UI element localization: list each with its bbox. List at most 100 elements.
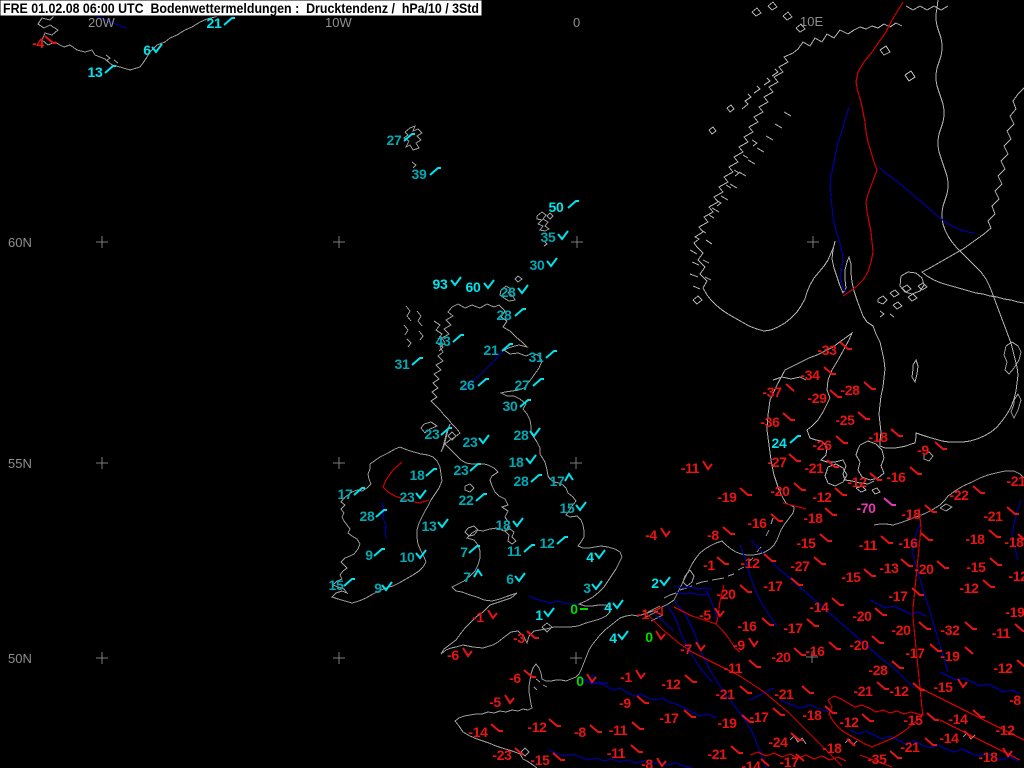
- svg-text:-16: -16: [737, 618, 757, 634]
- svg-text:-15: -15: [966, 559, 986, 575]
- svg-text:-9: -9: [917, 442, 929, 458]
- svg-text:-12: -12: [661, 676, 681, 692]
- svg-text:-19: -19: [717, 489, 737, 505]
- svg-text:-17: -17: [779, 754, 799, 768]
- svg-text:26: 26: [460, 377, 475, 393]
- svg-text:-16: -16: [747, 515, 767, 531]
- svg-text:30: 30: [530, 257, 545, 273]
- svg-text:-19: -19: [940, 648, 960, 664]
- svg-text:-20: -20: [852, 608, 872, 624]
- svg-text:50N: 50N: [8, 651, 32, 666]
- svg-text:-12: -12: [959, 580, 979, 596]
- svg-text:-12: -12: [812, 489, 832, 505]
- svg-text:-1: -1: [637, 606, 649, 622]
- svg-text:-12: -12: [740, 555, 760, 571]
- svg-text:-21: -21: [900, 739, 920, 755]
- svg-text:-70: -70: [856, 500, 876, 516]
- svg-text:28: 28: [514, 427, 529, 443]
- svg-text:6: 6: [143, 42, 151, 58]
- svg-text:-20: -20: [716, 586, 736, 602]
- svg-text:-35: -35: [867, 751, 887, 767]
- svg-text:-17: -17: [763, 578, 783, 594]
- svg-text:-18: -18: [901, 506, 921, 522]
- svg-text:9: 9: [365, 547, 373, 563]
- svg-text:28: 28: [501, 284, 516, 300]
- svg-text:-21: -21: [715, 686, 735, 702]
- svg-text:-16: -16: [898, 535, 918, 551]
- svg-text:23: 23: [400, 489, 415, 505]
- svg-text:7: 7: [460, 544, 468, 560]
- svg-text:22: 22: [459, 492, 474, 508]
- svg-text:-5: -5: [489, 694, 501, 710]
- svg-text:20W: 20W: [88, 15, 115, 30]
- svg-text:3: 3: [583, 580, 591, 596]
- svg-text:17: 17: [550, 473, 565, 489]
- svg-text:-22: -22: [949, 487, 969, 503]
- svg-text:-14: -14: [468, 724, 488, 740]
- svg-text:-15: -15: [933, 679, 953, 695]
- svg-text:-17: -17: [888, 588, 908, 604]
- svg-text:-11: -11: [992, 625, 1011, 641]
- svg-text:-15: -15: [530, 752, 550, 768]
- svg-text:-27: -27: [790, 558, 810, 574]
- svg-text:-23: -23: [492, 747, 512, 763]
- svg-text:11: 11: [507, 543, 522, 559]
- svg-text:-33: -33: [817, 342, 837, 358]
- svg-text:-14: -14: [809, 599, 829, 615]
- svg-text:-12: -12: [847, 474, 867, 490]
- svg-text:2: 2: [651, 575, 659, 591]
- svg-text:55N: 55N: [8, 456, 32, 471]
- svg-text:18: 18: [496, 517, 511, 533]
- svg-text:-17: -17: [659, 710, 679, 726]
- svg-text:17: 17: [338, 486, 353, 502]
- svg-text:-21: -21: [853, 683, 873, 699]
- svg-text:-17: -17: [905, 645, 925, 661]
- svg-text:-18: -18: [803, 510, 823, 526]
- svg-text:-21: -21: [804, 460, 824, 476]
- svg-text:-17: -17: [783, 620, 803, 636]
- svg-text:-28: -28: [840, 382, 860, 398]
- svg-text:15: 15: [329, 577, 344, 593]
- svg-text:24: 24: [772, 435, 787, 451]
- svg-text:0: 0: [645, 629, 653, 645]
- svg-text:23: 23: [425, 426, 440, 442]
- svg-text:-6: -6: [447, 647, 459, 663]
- svg-text:-36: -36: [760, 414, 780, 430]
- svg-text:10E: 10E: [800, 14, 823, 29]
- svg-text:-12: -12: [839, 714, 859, 730]
- svg-text:-3: -3: [513, 630, 525, 646]
- svg-text:18: 18: [410, 467, 425, 483]
- svg-text:-18: -18: [978, 749, 998, 765]
- svg-text:-32: -32: [940, 622, 960, 638]
- svg-text:28: 28: [360, 508, 375, 524]
- svg-text:-20: -20: [770, 483, 790, 499]
- svg-text:-18: -18: [822, 740, 842, 756]
- svg-text:-8: -8: [641, 756, 653, 768]
- svg-text:-37: -37: [762, 384, 782, 400]
- svg-text:4: 4: [609, 630, 617, 646]
- svg-text:13: 13: [422, 518, 437, 534]
- svg-text:-26: -26: [812, 437, 832, 453]
- svg-text:27: 27: [387, 132, 402, 148]
- svg-text:-1: -1: [620, 669, 632, 685]
- svg-text:-11: -11: [859, 537, 878, 553]
- svg-text:10W: 10W: [325, 15, 352, 30]
- svg-text:-5: -5: [699, 607, 711, 623]
- svg-text:-25: -25: [835, 412, 855, 428]
- svg-text:-21: -21: [1006, 473, 1024, 489]
- svg-text:60N: 60N: [8, 235, 32, 250]
- svg-text:0: 0: [573, 15, 580, 30]
- svg-text:-8: -8: [574, 724, 586, 740]
- svg-text:12: 12: [540, 535, 555, 551]
- svg-text:-21: -21: [983, 508, 1003, 524]
- svg-text:6: 6: [506, 571, 514, 587]
- svg-text:-24: -24: [768, 734, 788, 750]
- svg-text:10: 10: [400, 549, 415, 565]
- svg-text:30: 30: [503, 398, 518, 414]
- svg-text:31: 31: [529, 349, 544, 365]
- svg-text:-4: -4: [645, 527, 657, 543]
- svg-text:-21: -21: [774, 686, 794, 702]
- svg-text:-11: -11: [681, 460, 700, 476]
- svg-text:15: 15: [560, 500, 575, 516]
- svg-text:28: 28: [497, 307, 512, 323]
